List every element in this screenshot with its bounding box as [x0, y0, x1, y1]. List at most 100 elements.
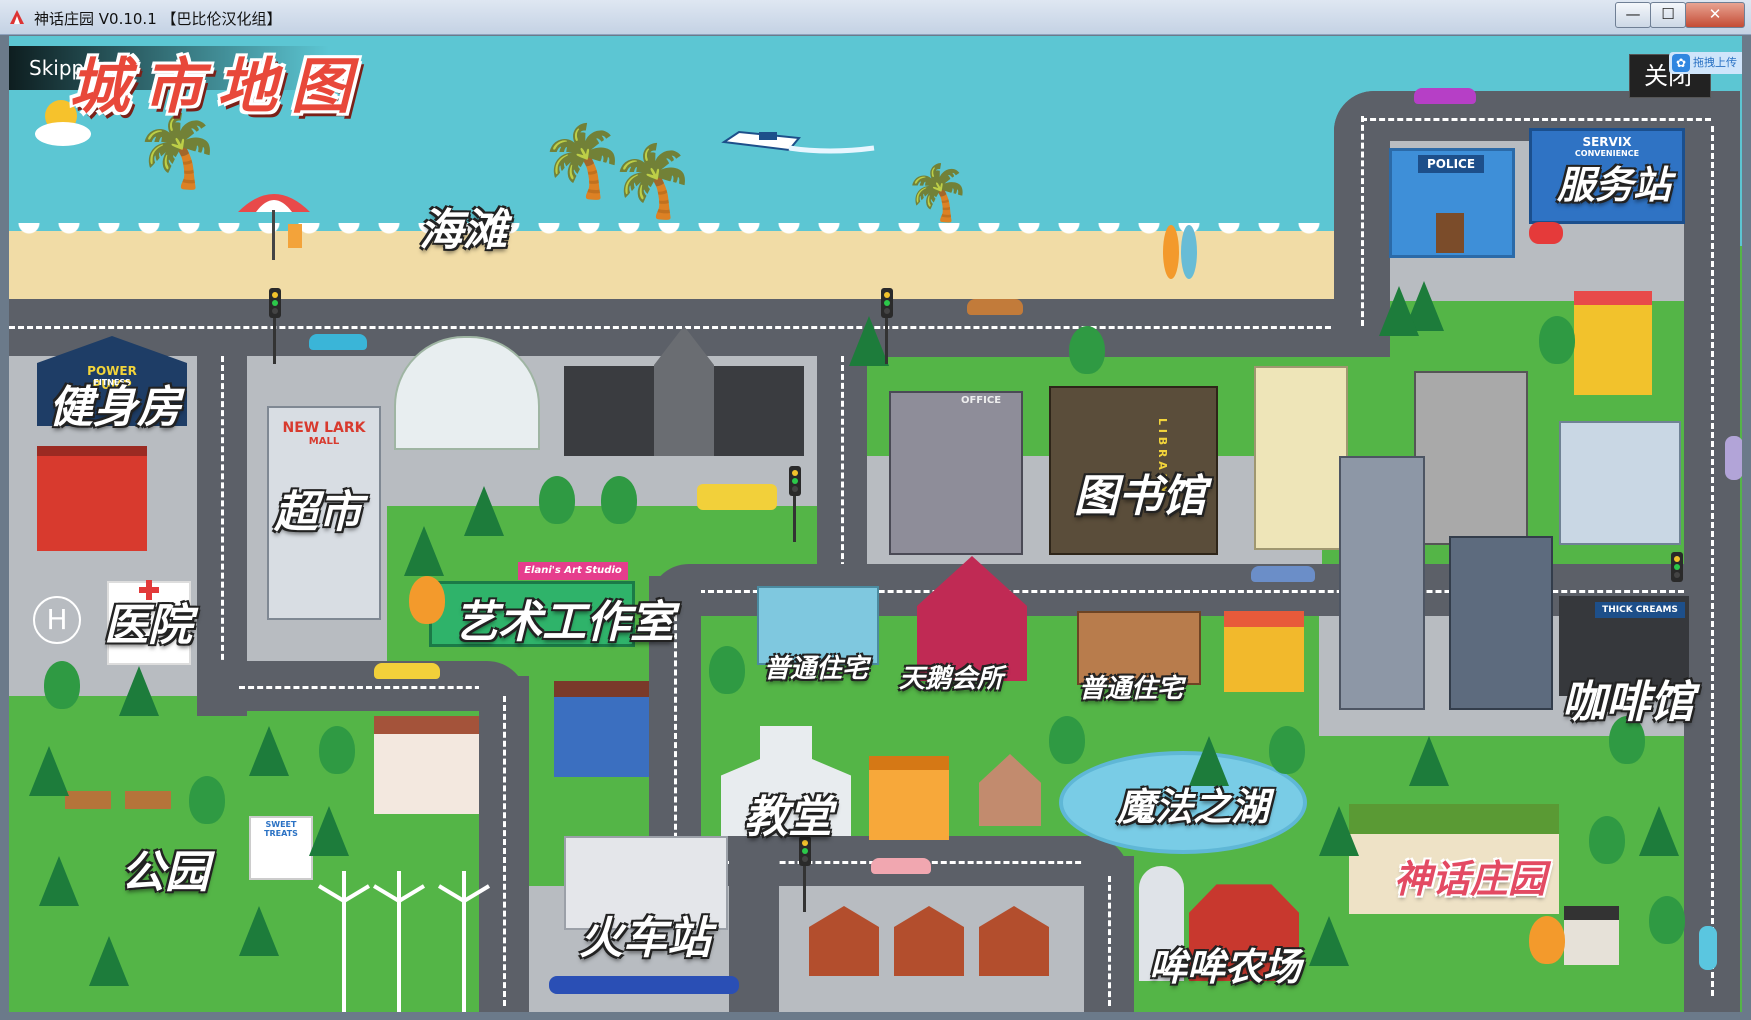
- pine-tree-icon: [1379, 286, 1419, 336]
- surfboards-icon: [1163, 225, 1197, 279]
- location-house-1[interactable]: 普通住宅: [764, 648, 868, 685]
- location-house-2[interactable]: 普通住宅: [1079, 668, 1183, 705]
- location-beach[interactable]: 海滩: [419, 194, 507, 258]
- traffic-light-icon: [789, 466, 801, 496]
- round-tree-icon: [1649, 896, 1685, 944]
- pine-tree-icon: [249, 726, 289, 776]
- pine-tree-icon: [29, 746, 69, 796]
- pine-tree-icon: [1309, 916, 1349, 966]
- location-supermarket[interactable]: 超市: [274, 476, 362, 540]
- location-mythic-manor[interactable]: 神话庄园: [1394, 848, 1546, 903]
- round-tree-icon: [1049, 716, 1085, 764]
- pine-tree-icon: [239, 906, 279, 956]
- fire-station[interactable]: [37, 446, 147, 551]
- traffic-light-icon: [1671, 552, 1683, 582]
- location-hospital[interactable]: 医院: [104, 589, 192, 653]
- pine-tree-icon: [119, 666, 159, 716]
- pine-tree-icon: [849, 316, 889, 366]
- traffic-light-icon: [881, 288, 893, 318]
- pine-tree-icon: [404, 526, 444, 576]
- location-train-station[interactable]: 火车站: [579, 902, 711, 966]
- bench: [65, 791, 111, 809]
- location-church[interactable]: 教堂: [744, 781, 832, 845]
- round-tree-icon: [1269, 726, 1305, 774]
- pine-tree-icon: [309, 806, 349, 856]
- location-magic-lake[interactable]: 魔法之湖: [1117, 776, 1269, 831]
- round-tree-icon: [601, 476, 637, 524]
- minimize-button[interactable]: —: [1615, 2, 1651, 28]
- cloud-upload-icon[interactable]: ✿: [1672, 54, 1690, 72]
- location-service-station[interactable]: 服务站: [1557, 154, 1671, 209]
- speedboat-icon: [721, 130, 875, 154]
- app-icon: [10, 10, 24, 24]
- map-title: 城市地图: [69, 52, 365, 122]
- location-moo-farm[interactable]: 哞哞农场: [1149, 936, 1301, 991]
- shop-3: [869, 756, 949, 840]
- shop-2: [1224, 611, 1304, 692]
- pine-tree-icon: [1409, 736, 1449, 786]
- car-icon: [1251, 566, 1315, 582]
- scooter-icon: [1529, 222, 1563, 244]
- cottage: [979, 754, 1041, 826]
- bench: [125, 791, 171, 809]
- train-icon: [549, 976, 739, 994]
- location-swan-club[interactable]: 天鹅会所: [899, 658, 1003, 695]
- car-icon: [871, 858, 931, 874]
- location-gym[interactable]: 健身房: [49, 371, 181, 435]
- round-tree-icon: [709, 646, 745, 694]
- car-icon: [374, 663, 440, 679]
- round-tree-icon: [1069, 326, 1105, 374]
- round-tree-icon: [1589, 816, 1625, 864]
- palm-tree-icon: 🌴: [609, 140, 697, 222]
- pine-tree-icon: [39, 856, 79, 906]
- police-station[interactable]: POLICE: [1389, 148, 1515, 258]
- office-tower: [1414, 371, 1528, 545]
- waves: [9, 223, 1334, 241]
- pine-tree-icon: [89, 936, 129, 986]
- tower-2: [1449, 536, 1553, 710]
- car-icon: [967, 299, 1023, 315]
- shop-4: [554, 681, 649, 777]
- palm-tree-icon: 🌴: [134, 110, 222, 192]
- sweet-treats-stand: SWEET TREATS: [249, 816, 313, 880]
- apartment-tower: [1254, 366, 1348, 550]
- location-cafe[interactable]: 咖啡馆: [1562, 666, 1694, 730]
- servix-sign: SERVIX: [1582, 135, 1632, 149]
- window-titlebar[interactable]: 神话庄园 V0.10.1 【巴比伦汉化组】 — ☐ ✕: [0, 0, 1751, 35]
- city-map: 🌴 🌴 🌴 🌴 POLICE SERVIX CONVENIENCE POWER …: [9, 36, 1742, 1012]
- shop-5: [374, 716, 479, 814]
- helipad-icon: H: [33, 596, 81, 644]
- pine-tree-icon: [1639, 806, 1679, 856]
- round-tree-icon: [44, 661, 80, 709]
- maximize-button[interactable]: ☐: [1650, 2, 1686, 28]
- car-icon: [309, 334, 367, 350]
- bus-icon: [697, 484, 777, 510]
- traffic-light-icon: [269, 288, 281, 318]
- round-tree-icon: [189, 776, 225, 824]
- round-tree-icon: [539, 476, 575, 524]
- palm-tree-icon: 🌴: [904, 161, 972, 224]
- shop-building: [1574, 291, 1652, 395]
- location-art-studio[interactable]: 艺术工作室: [454, 586, 674, 650]
- pine-tree-icon: [1319, 806, 1359, 856]
- location-library[interactable]: 图书馆: [1074, 460, 1206, 524]
- pine-tree-icon: [464, 486, 504, 536]
- beach-umbrella-icon: [238, 194, 310, 260]
- round-tree-icon: [1539, 316, 1575, 364]
- shed: [1564, 906, 1619, 965]
- car-icon: [1699, 926, 1717, 970]
- police-sign: POLICE: [1418, 155, 1484, 173]
- tall-tower: [1339, 456, 1425, 710]
- windmills-icon: [317, 871, 491, 1012]
- town-hall: [564, 326, 804, 456]
- window-title: 神话庄园 V0.10.1 【巴比伦汉化组】: [34, 10, 282, 28]
- office-building: OFFICE: [889, 391, 1023, 555]
- car-icon: [1414, 88, 1476, 104]
- newlark-sign: NEW LARK: [282, 420, 366, 436]
- window-close-button[interactable]: ✕: [1685, 2, 1745, 28]
- location-park[interactable]: 公园: [121, 836, 209, 900]
- car-icon: [1725, 436, 1742, 480]
- round-tree-icon: [319, 726, 355, 774]
- autumn-tree-icon: [1529, 916, 1565, 964]
- autumn-tree-icon: [409, 576, 445, 624]
